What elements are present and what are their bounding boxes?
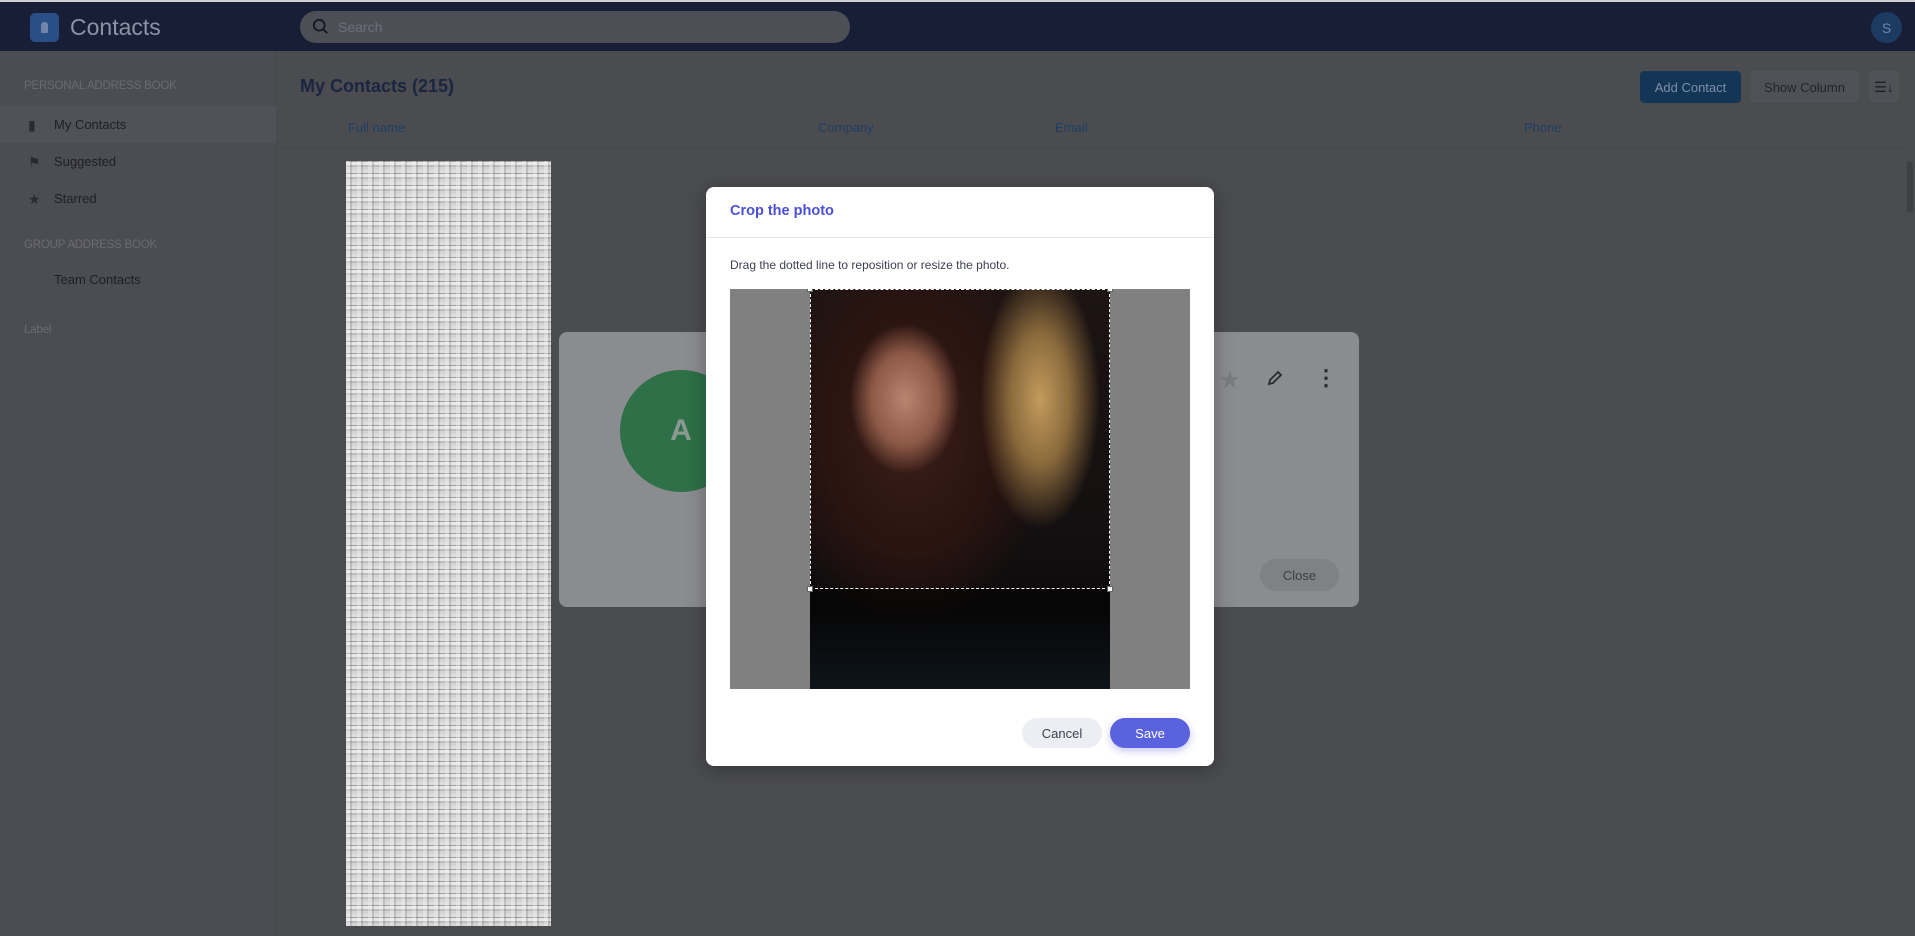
column-full-name[interactable]: Full name — [348, 120, 405, 135]
sidebar-item-suggested[interactable]: ⚑ Suggested — [0, 143, 276, 180]
divider — [706, 237, 1214, 238]
sidebar-item-label: Team Contacts — [54, 272, 141, 287]
star-icon: ★ — [28, 190, 41, 207]
crop-handle-top-left[interactable] — [807, 289, 813, 292]
star-icon[interactable]: ★ — [1219, 366, 1241, 395]
more-options-icon[interactable]: ⋮ — [1315, 366, 1337, 390]
sidebar-item-my-contacts[interactable]: ▮ My Contacts — [0, 106, 276, 143]
column-email[interactable]: Email — [1055, 120, 1088, 135]
sort-button[interactable]: ☰↓ — [1869, 71, 1899, 103]
book-icon: ▮ — [28, 116, 36, 133]
crop-selection[interactable] — [807, 289, 1113, 592]
section-label[interactable]: Label — [24, 324, 51, 336]
app-title: Contacts — [70, 14, 161, 40]
user-avatar[interactable]: S — [1871, 12, 1902, 43]
sidebar-item-team-contacts[interactable]: Team Contacts — [0, 261, 276, 298]
page-title: My Contacts (215) — [300, 76, 455, 96]
sort-icon: ☰↓ — [1874, 78, 1894, 95]
dialog-instruction: Drag the dotted line to reposition or re… — [730, 258, 1010, 272]
sidebar-item-label: My Contacts — [54, 117, 127, 132]
crop-photo-dialog: Crop the photo Drag the dotted line to r… — [706, 187, 1214, 766]
cancel-button[interactable]: Cancel — [1022, 718, 1102, 748]
search-bar[interactable] — [300, 11, 850, 43]
contact-list-image — [346, 161, 551, 926]
divider — [277, 147, 1915, 148]
close-button[interactable]: Close — [1260, 559, 1339, 591]
contacts-logo-icon — [30, 13, 59, 42]
column-company[interactable]: Company — [818, 120, 874, 135]
top-bar: Contacts S — [0, 0, 1915, 51]
crop-handle-top-right[interactable] — [1107, 289, 1113, 292]
search-icon — [312, 18, 328, 34]
section-personal-address-book: PERSONAL ADDRESS BOOK — [24, 80, 177, 92]
save-button[interactable]: Save — [1110, 718, 1190, 748]
scrollbar-thumb[interactable] — [1907, 162, 1913, 212]
sidebar: PERSONAL ADDRESS BOOK ▮ My Contacts ⚑ Sugg… — [0, 51, 276, 936]
crop-handle-bottom-right[interactable] — [1107, 586, 1113, 592]
dialog-title: Crop the photo — [730, 203, 834, 219]
add-contact-button[interactable]: Add Contact — [1640, 71, 1741, 103]
scrollbar[interactable] — [1905, 150, 1915, 936]
search-input[interactable] — [338, 19, 818, 35]
crop-area[interactable] — [730, 289, 1190, 689]
sidebar-item-starred[interactable]: ★ Starred — [0, 180, 276, 217]
section-group-address-book: GROUP ADDRESS BOOK — [24, 239, 157, 251]
crop-handle-bottom-left[interactable] — [807, 586, 813, 592]
sidebar-item-label: Suggested — [54, 154, 117, 169]
flag-icon: ⚑ — [28, 153, 41, 170]
sidebar-item-label: Starred — [54, 191, 97, 206]
column-phone[interactable]: Phone — [1524, 120, 1562, 135]
show-column-button[interactable]: Show Column — [1750, 71, 1859, 103]
edit-pencil-icon[interactable] — [1265, 368, 1285, 393]
